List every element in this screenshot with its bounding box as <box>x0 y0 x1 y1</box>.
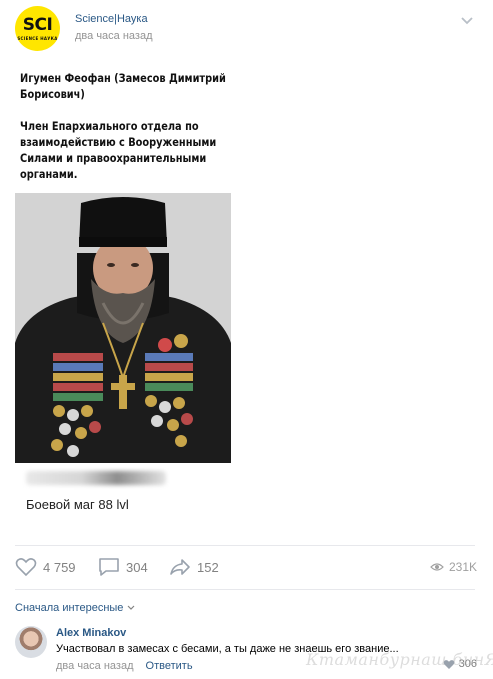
comment-author-avatar[interactable] <box>15 626 47 658</box>
channel-logo: SCI <box>22 15 53 35</box>
post-actions: 4 759 304 152 231K <box>15 554 477 580</box>
comment-author-name[interactable]: Alex Minakov <box>56 627 126 639</box>
chevron-down-icon[interactable] <box>460 16 474 26</box>
comment-meta: два часа назад Ответить <box>56 660 193 672</box>
like-button[interactable]: 4 759 <box>15 554 76 580</box>
comments-sort-dropdown[interactable]: Сначала интересные <box>15 602 135 614</box>
views-count: 231K <box>448 560 477 574</box>
meme-subtitle: Член Епархиального отдела по взаимодейст… <box>20 119 217 181</box>
channel-avatar[interactable]: SCI SCIENCE НАУКА <box>15 6 60 51</box>
sort-label: Сначала интересные <box>15 602 124 614</box>
meme-image-text: Игумен Феофан (Замесов Димитрий Борисови… <box>20 70 226 198</box>
heart-icon <box>443 659 454 669</box>
share-icon <box>170 559 190 575</box>
divider <box>15 545 475 546</box>
post-timestamp[interactable]: два часа назад <box>75 30 152 42</box>
comment-button[interactable]: 304 <box>98 554 148 580</box>
portrait-illustration <box>15 193 231 463</box>
channel-logo-subtitle: SCIENCE НАУКА <box>17 36 58 41</box>
comment-like-count: 306 <box>458 658 477 670</box>
heart-icon <box>15 558 37 577</box>
divider <box>15 589 475 590</box>
blurred-text <box>26 471 166 485</box>
eye-icon <box>430 563 444 571</box>
comment-count: 304 <box>126 559 148 575</box>
views-counter: 231K <box>430 554 477 580</box>
channel-name-link[interactable]: Science|Наука <box>75 13 148 25</box>
share-button[interactable]: 152 <box>169 554 219 580</box>
comment-icon <box>99 558 119 576</box>
post-header: SCI SCIENCE НАУКА Science|Наука два часа… <box>15 6 478 52</box>
reply-link[interactable]: Ответить <box>146 660 193 672</box>
meme-caption: Боевой маг 88 lvl <box>26 497 129 512</box>
chevron-down-icon <box>127 605 135 610</box>
post-photo[interactable] <box>15 193 231 463</box>
comment-like-button[interactable]: 306 <box>443 658 477 670</box>
like-count: 4 759 <box>43 559 76 575</box>
meme-title: Игумен Феофан (Замесов Димитрий Борисови… <box>20 71 226 101</box>
comment-timestamp[interactable]: два часа назад <box>56 660 133 672</box>
share-count: 152 <box>197 559 219 575</box>
